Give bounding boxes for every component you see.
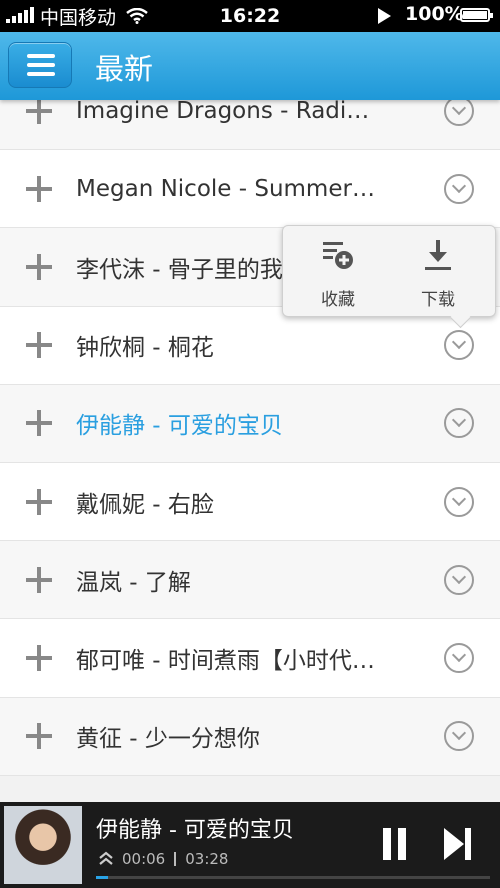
now-playing-bar[interactable]: 伊能静 - 可爱的宝贝 00:06 03:28: [0, 802, 500, 888]
song-action-popup: 收藏 下载: [282, 225, 496, 317]
menu-icon: [27, 54, 55, 58]
list-item[interactable]: 温岚 - 了解: [0, 541, 500, 620]
song-title: 黄征 - 少一分想你: [76, 726, 260, 753]
chevron-down-icon[interactable]: [444, 642, 474, 673]
list-item[interactable]: 郁可唯 - 时间煮雨【小时代…: [0, 619, 500, 698]
list-item[interactable]: 戴佩妮 - 右脸: [0, 462, 500, 542]
chevron-down-icon[interactable]: [444, 721, 474, 752]
progress-bar[interactable]: [96, 876, 490, 879]
add-icon[interactable]: [26, 644, 52, 671]
battery-icon: [460, 8, 493, 22]
now-playing-title: 伊能静 - 可爱的宝贝: [96, 818, 294, 843]
list-item[interactable]: Megan Nicole - Summer…: [0, 150, 500, 229]
pause-button[interactable]: [383, 828, 407, 860]
add-icon[interactable]: [26, 97, 52, 124]
app-header: 最新: [0, 32, 500, 100]
collect-label: 收藏: [321, 290, 355, 310]
list-item[interactable]: 伊能静 - 可爱的宝贝: [0, 384, 500, 463]
add-icon[interactable]: [26, 723, 52, 750]
song-title: 戴佩妮 - 右脸: [76, 491, 214, 518]
battery-percent: 100%: [405, 3, 464, 25]
download-icon: [425, 240, 451, 270]
page-title: 最新: [95, 52, 154, 86]
now-playing-indicator-icon: [378, 8, 391, 24]
download-label: 下载: [421, 290, 455, 310]
add-icon[interactable]: [26, 332, 52, 359]
progress-fill: [96, 876, 108, 879]
add-icon[interactable]: [26, 566, 52, 593]
add-icon[interactable]: [26, 410, 52, 437]
status-bar: 中国移动 16:22 100%: [0, 0, 500, 32]
list-item[interactable]: 钟欣桐 - 桐花: [0, 306, 500, 385]
total-time: 03:28: [185, 850, 229, 868]
menu-button[interactable]: [8, 42, 72, 88]
add-icon[interactable]: [26, 488, 52, 515]
song-title: Imagine Dragons - Radi…: [76, 97, 370, 124]
carrier-label: 中国移动: [40, 6, 117, 29]
song-title: 温岚 - 了解: [76, 569, 191, 596]
add-icon[interactable]: [26, 175, 52, 202]
add-icon[interactable]: [26, 253, 52, 280]
song-title: 郁可唯 - 时间煮雨【小时代…: [76, 647, 375, 674]
chevron-down-icon[interactable]: [444, 486, 474, 517]
elapsed-time: 00:06: [122, 850, 166, 868]
wifi-icon: [126, 8, 148, 24]
chevron-down-icon[interactable]: [444, 408, 474, 439]
signal-icon: [6, 7, 34, 23]
chevron-down-icon[interactable]: [444, 95, 474, 126]
list-item[interactable]: 黄征 - 少一分想你: [0, 697, 500, 776]
song-title-playing: 伊能静 - 可爱的宝贝: [76, 413, 283, 440]
album-cover[interactable]: [4, 806, 82, 884]
chevron-down-icon[interactable]: [444, 330, 474, 361]
expand-up-icon[interactable]: [98, 850, 114, 866]
add-to-playlist-icon: [323, 242, 353, 269]
song-title: 钟欣桐 - 桐花: [76, 335, 214, 362]
playback-time: 00:06 03:28: [122, 850, 228, 868]
chevron-down-icon[interactable]: [444, 564, 474, 595]
next-track-button[interactable]: [444, 828, 472, 860]
collect-button[interactable]: 收藏: [285, 236, 391, 310]
chevron-down-icon[interactable]: [444, 173, 474, 204]
song-title: 李代沫 - 骨子里的我: [76, 256, 283, 283]
download-button[interactable]: 下载: [385, 236, 491, 310]
song-title: Megan Nicole - Summer…: [76, 175, 375, 202]
song-list: Imagine Dragons - Radi… Megan Nicole - S…: [0, 72, 500, 776]
